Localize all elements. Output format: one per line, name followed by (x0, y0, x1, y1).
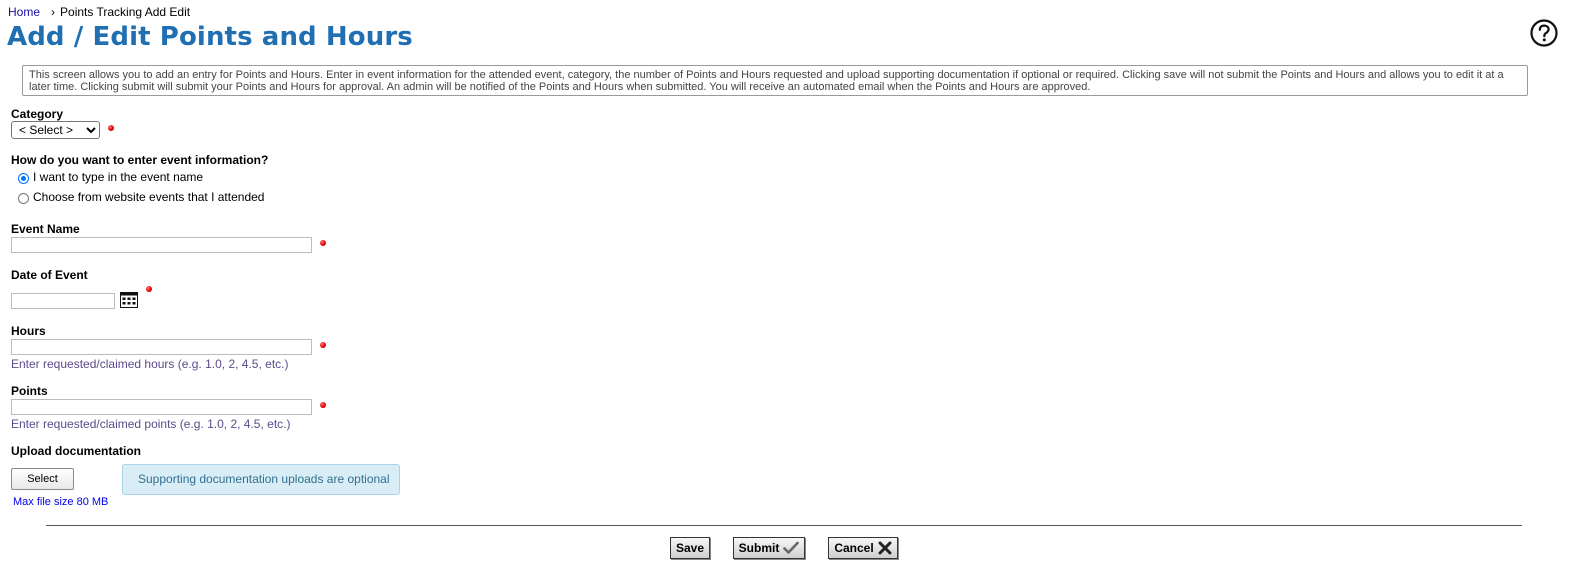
event-entry-question: How do you want to enter event informati… (11, 153, 269, 167)
radio-label: Choose from website events that I attend… (33, 190, 265, 204)
required-dot-icon (320, 240, 326, 246)
select-file-button[interactable]: Select (11, 468, 74, 490)
breadcrumb-separator: › (51, 5, 56, 19)
required-dot-icon (146, 286, 152, 292)
close-icon (878, 541, 892, 555)
category-label: Category (11, 107, 64, 121)
radio-button[interactable] (18, 193, 29, 204)
hours-hint: Enter requested/claimed hours (e.g. 1.0,… (11, 357, 289, 371)
radio-option-type-event[interactable]: I want to type in the event name (18, 170, 203, 184)
max-file-size: Max file size 80 MB (13, 496, 109, 508)
radio-label: I want to type in the event name (33, 170, 204, 184)
date-of-event-label: Date of Event (11, 268, 88, 282)
submit-button-label: Submit (738, 541, 780, 555)
points-hint: Enter requested/claimed points (e.g. 1.0… (11, 417, 291, 431)
breadcrumb: Home › Points Tracking Add Edit (8, 5, 190, 19)
breadcrumb-home-link[interactable]: Home (8, 5, 40, 19)
required-dot-icon (320, 342, 326, 348)
upload-notice: Supporting documentation uploads are opt… (122, 464, 400, 495)
calendar-icon[interactable] (120, 292, 138, 308)
intro-text: This screen allows you to add an entry f… (22, 65, 1528, 96)
radio-option-choose-event[interactable]: Choose from website events that I attend… (18, 190, 264, 204)
help-circle-icon[interactable] (1529, 18, 1559, 48)
category-select[interactable]: < Select > (11, 121, 100, 139)
divider (46, 525, 1522, 526)
cancel-button-label: Cancel (834, 541, 874, 555)
page-title: Add / Edit Points and Hours (7, 22, 413, 52)
submit-button[interactable]: Submit (733, 537, 805, 559)
points-input[interactable] (11, 399, 312, 415)
radio-button[interactable] (18, 173, 29, 184)
event-name-label: Event Name (11, 222, 80, 236)
checkmark-icon (783, 541, 800, 554)
date-of-event-input[interactable] (11, 293, 115, 309)
save-button[interactable]: Save (670, 537, 710, 559)
points-label: Points (11, 384, 48, 398)
save-button-label: Save (675, 541, 705, 555)
upload-label: Upload documentation (11, 444, 141, 458)
required-dot-icon (108, 125, 114, 131)
event-name-input[interactable] (11, 237, 312, 253)
hours-label: Hours (11, 324, 46, 338)
cancel-button[interactable]: Cancel (828, 537, 898, 559)
required-dot-icon (320, 402, 326, 408)
hours-input[interactable] (11, 339, 312, 355)
breadcrumb-current: Points Tracking Add Edit (60, 5, 191, 19)
